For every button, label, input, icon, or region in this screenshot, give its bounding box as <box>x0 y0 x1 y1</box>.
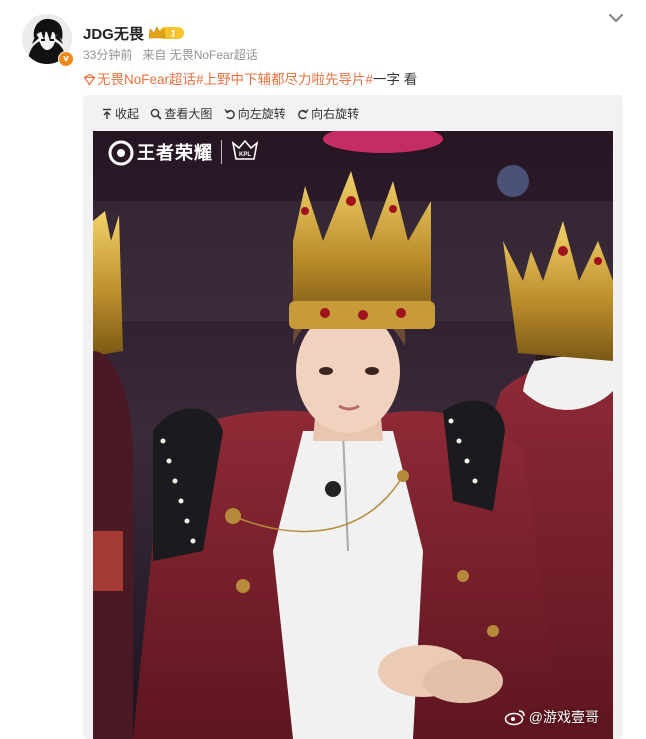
logo-divider <box>221 140 222 164</box>
post-meta: 33分钟前 来自 无畏NoFear超话 <box>83 46 258 63</box>
collapse-label: 收起 <box>115 107 140 121</box>
collapse-icon <box>103 108 111 119</box>
view-large-label: 查看大图 <box>164 107 213 121</box>
topic-text: 无畏NoFear超话#上野中下辅都尽力啦先导片# <box>97 72 374 87</box>
crown-level-icon: 1 <box>148 26 184 39</box>
more-menu-button[interactable] <box>607 10 625 24</box>
kpl-logo-icon: KPL <box>231 139 259 160</box>
kpl-text: KPL <box>239 152 251 158</box>
post-body-text: 一字 看 <box>373 72 418 87</box>
rotate-left-label: 向左旋转 <box>237 107 286 121</box>
post-time[interactable]: 33分钟前 <box>83 48 132 62</box>
level-badge[interactable]: 1 <box>147 25 185 41</box>
chevron-down-icon <box>609 14 623 22</box>
post-text: 无畏NoFear超话#上野中下辅都尽力啦先导片#一字 看 <box>83 68 417 89</box>
brand-logo: 王者荣耀 KPL <box>109 139 260 165</box>
collapse-button[interactable]: 收起 <box>101 105 139 122</box>
post-source[interactable]: 来自 无畏NoFear超话 <box>142 48 257 62</box>
weibo-post: v JDG无畏 1 33分钟前 来自 无畏NoFear超话 无畏NoFear超话#… <box>0 0 646 739</box>
rotate-right-button[interactable]: 向右旋转 <box>297 105 359 122</box>
photo-illustration <box>93 131 613 739</box>
rotate-right-icon <box>298 108 309 119</box>
image-viewer: 收起 查看大图 向左旋转 向右旋转 王者荣耀 KPL @游戏壹哥 <box>83 95 623 739</box>
brand-text: 王者荣耀 <box>137 143 213 163</box>
user-name[interactable]: JDG无畏 <box>83 23 144 44</box>
level-number: 1 <box>170 29 175 39</box>
watermark: @游戏壹哥 <box>504 707 599 727</box>
rotate-left-button[interactable]: 向左旋转 <box>224 105 286 122</box>
watermark-text: @游戏壹哥 <box>528 709 599 725</box>
rotate-right-label: 向右旋转 <box>311 107 360 121</box>
view-large-button[interactable]: 查看大图 <box>150 105 212 122</box>
topic-link[interactable]: 无畏NoFear超话#上野中下辅都尽力啦先导片# <box>83 72 373 87</box>
weibo-logo-icon <box>504 710 525 726</box>
rotate-left-icon <box>224 108 235 119</box>
verified-badge: v <box>58 51 74 67</box>
post-photo[interactable]: 王者荣耀 KPL @游戏壹哥 <box>93 131 613 739</box>
topic-icon <box>83 73 96 89</box>
image-toolbar: 收起 查看大图 向左旋转 向右旋转 <box>101 105 367 125</box>
magnifier-icon <box>151 108 162 120</box>
